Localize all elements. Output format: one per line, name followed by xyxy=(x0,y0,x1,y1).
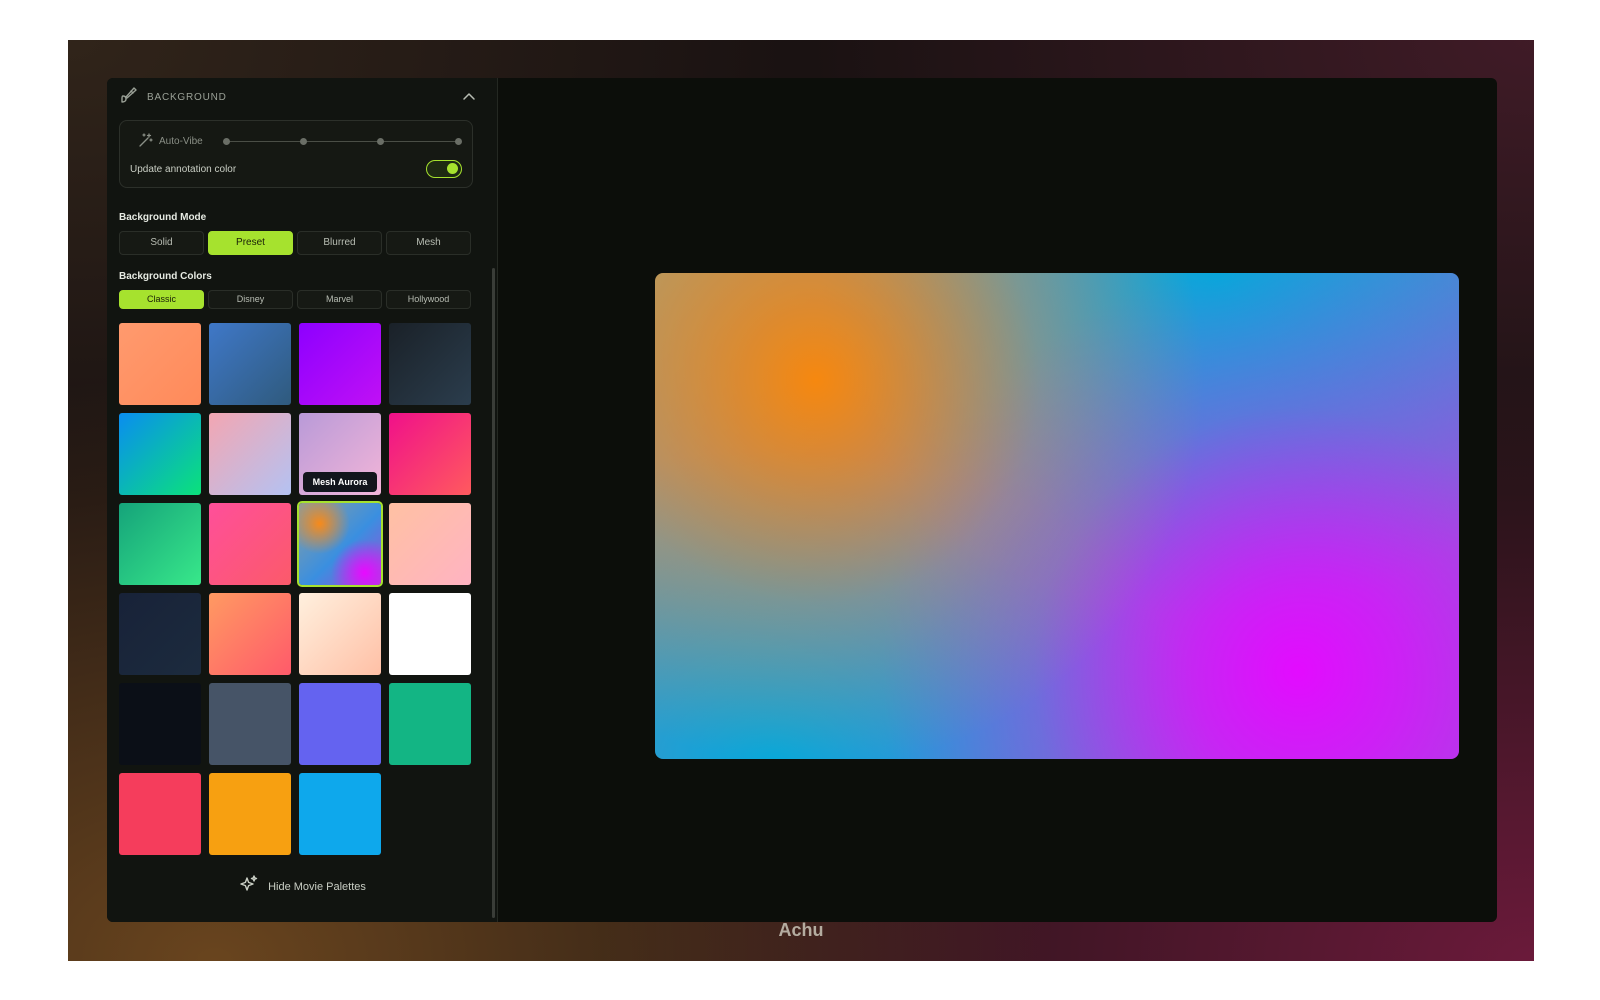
auto-vibe-button[interactable]: Auto-Vibe xyxy=(130,130,211,152)
auto-vibe-box: Auto-Vibe Update annotation color xyxy=(119,120,473,188)
app-container: BACKGROUND Auto-Vibe Update annotation c… xyxy=(107,78,1497,922)
color-swatch[interactable] xyxy=(119,593,201,675)
chevron-up-icon[interactable] xyxy=(461,89,477,105)
background-preview-canvas xyxy=(655,273,1459,759)
app-window-frame: BACKGROUND Auto-Vibe Update annotation c… xyxy=(68,40,1534,961)
background-mode-selector: Solid Preset Blurred Mesh xyxy=(119,231,471,255)
annotation-color-label: Update annotation color xyxy=(130,164,237,175)
color-swatch[interactable] xyxy=(119,773,201,855)
color-swatch[interactable] xyxy=(119,413,201,495)
tab-marvel[interactable]: Marvel xyxy=(297,290,382,309)
mode-preset-button[interactable]: Preset xyxy=(208,231,293,255)
slider-stop[interactable] xyxy=(223,138,230,145)
color-swatch[interactable] xyxy=(299,683,381,765)
color-swatch[interactable] xyxy=(297,501,383,587)
auto-vibe-label: Auto-Vibe xyxy=(159,135,203,147)
footer-name: Achu xyxy=(778,920,824,940)
color-swatch[interactable] xyxy=(209,413,291,495)
toggle-knob xyxy=(447,163,458,174)
color-swatch[interactable] xyxy=(119,503,201,585)
color-swatch[interactable] xyxy=(299,593,381,675)
mode-mesh-button[interactable]: Mesh xyxy=(386,231,471,255)
color-swatch[interactable] xyxy=(299,323,381,405)
panel-title: BACKGROUND xyxy=(147,91,227,103)
color-swatch[interactable] xyxy=(389,593,471,675)
color-swatch[interactable]: Mesh Aurora xyxy=(299,413,381,495)
color-swatch[interactable] xyxy=(209,503,291,585)
palette-tabs: Classic Disney Marvel Hollywood xyxy=(119,290,471,309)
tab-disney[interactable]: Disney xyxy=(208,290,293,309)
background-mode-label: Background Mode xyxy=(119,212,207,223)
sparkle-icon xyxy=(238,874,260,899)
color-swatch[interactable] xyxy=(389,503,471,585)
color-swatch[interactable] xyxy=(209,773,291,855)
color-swatch[interactable] xyxy=(299,773,381,855)
vibe-slider[interactable] xyxy=(223,138,462,145)
color-swatch[interactable] xyxy=(119,323,201,405)
background-colors-label: Background Colors xyxy=(119,271,212,282)
color-swatch[interactable] xyxy=(209,323,291,405)
background-panel: BACKGROUND Auto-Vibe Update annotation c… xyxy=(107,78,498,922)
panel-header[interactable]: BACKGROUND xyxy=(119,86,481,108)
panel-scrollbar[interactable] xyxy=(492,268,495,918)
paintbrush-icon xyxy=(119,85,139,110)
slider-stop[interactable] xyxy=(300,138,307,145)
magic-wand-icon xyxy=(138,132,154,151)
color-swatch[interactable] xyxy=(389,683,471,765)
annotation-color-toggle[interactable] xyxy=(426,160,462,178)
color-swatch[interactable] xyxy=(389,413,471,495)
hide-movie-palettes-button[interactable]: Hide Movie Palettes xyxy=(107,874,497,899)
hide-movie-palettes-label: Hide Movie Palettes xyxy=(268,880,366,893)
color-swatch[interactable] xyxy=(209,593,291,675)
swatch-tooltip: Mesh Aurora xyxy=(303,472,377,492)
slider-stop[interactable] xyxy=(377,138,384,145)
color-swatch[interactable] xyxy=(119,683,201,765)
tab-classic[interactable]: Classic xyxy=(119,290,204,309)
color-swatch-grid: Mesh Aurora xyxy=(119,323,471,855)
color-swatch[interactable] xyxy=(209,683,291,765)
mode-solid-button[interactable]: Solid xyxy=(119,231,204,255)
slider-stop[interactable] xyxy=(455,138,462,145)
tab-hollywood[interactable]: Hollywood xyxy=(386,290,471,309)
mode-blurred-button[interactable]: Blurred xyxy=(297,231,382,255)
color-swatch[interactable] xyxy=(389,323,471,405)
